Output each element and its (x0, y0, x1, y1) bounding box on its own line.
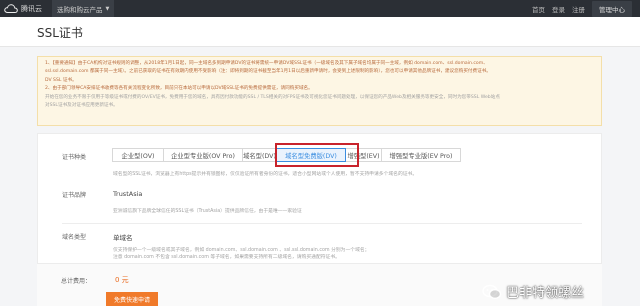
chevron-down-icon: ▼ (105, 5, 110, 12)
product-menu-label: 选购和购云产品 (57, 5, 103, 14)
cloud-logo-icon (4, 4, 18, 13)
domain-type-description: 注意 domain.com 不包含 ssl.domain.com 等子域名，如果… (113, 255, 340, 260)
register-link[interactable]: 注册 (572, 4, 585, 14)
tab-ov-pro[interactable]: 企业型专业版(OV Pro) (163, 148, 243, 162)
notice-line: DV SSL 证书。 (45, 77, 77, 83)
tab-ov[interactable]: 企业型(OV) (112, 148, 164, 162)
top-navigation-bar: 腾讯云 选购和购云产品 ▼ 首页 登录 注册 管理中心 (0, 0, 640, 17)
watermark-text: 巴非特领螺丝 (506, 286, 585, 301)
domain-type-label: 域名类型 (62, 234, 87, 241)
tab-dv[interactable]: 域名型(DV) (242, 148, 277, 162)
apply-free-button[interactable]: 免费快速申请 (106, 292, 158, 306)
page-header: SSL证书 (0, 17, 640, 47)
tab-ev-pro[interactable]: 增强型专业版(EV Pro) (381, 148, 461, 162)
brand-value: TrustAsia (113, 190, 143, 198)
wechat-icon (482, 284, 502, 300)
product-menu[interactable]: 选购和购云产品 ▼ (52, 0, 115, 17)
brand-label: 证书品牌 (62, 192, 87, 199)
home-link[interactable]: 首页 (532, 4, 545, 14)
notice-line: 1、【重要通知】由于CA机构对证书规则的调整，从2018年1月1日起，同一主域名… (45, 61, 488, 66)
notice-line: ssl.ssl.domain.com 都属于同一主域）。之前已获取的证书在有效期… (45, 69, 491, 75)
highlight-annotation (275, 143, 359, 167)
domain-type-description: 仅支持保护一个一级域名或其子域名，例如 domain.com、ssl.domai… (113, 248, 370, 253)
console-button[interactable]: 管理中心 (592, 0, 632, 17)
notice-box: 1、【重要通知】由于CA机构对证书规则的调整，从2018年1月1日起，同一主域名… (37, 56, 602, 126)
logo[interactable]: 腾讯云 (4, 4, 42, 14)
top-right-links: 首页 登录 注册 管理中心 (532, 0, 632, 17)
watermark: 巴非特领螺丝 (482, 282, 584, 301)
logo-text: 腾讯云 (21, 4, 42, 13)
brand-description: 亚洲诚信旗下品牌全球信任的SSL证书（TrustAsia）提供品牌信任，由于是唯… (113, 209, 302, 214)
domain-type-value: 单域名 (113, 234, 133, 242)
total-price-label: 总计费用： (61, 278, 92, 285)
certificate-type-label: 证书种类 (62, 154, 87, 161)
login-link[interactable]: 登录 (552, 4, 565, 14)
notice-line: 对SSL证书及对证书应用更新证书。 (45, 103, 118, 109)
notice-line: 开始在您的业务不限于仅用于等级证书或付费的OV/EV证书，免费用于您的域名，具有… (45, 94, 500, 100)
certificate-type-description: 域名型的SSL证书，浏览器上有https提示并有锁图标，仅仅验证所有者身份的证书… (113, 172, 418, 177)
notice-line: 2、由于部门领导CA安排证书收费等各有关流程变化所致，目前只在本站可以申请以DV… (45, 86, 313, 92)
page-title: SSL证书 (37, 26, 83, 40)
total-price-value: 0 元 (115, 276, 129, 284)
divider (62, 223, 582, 224)
